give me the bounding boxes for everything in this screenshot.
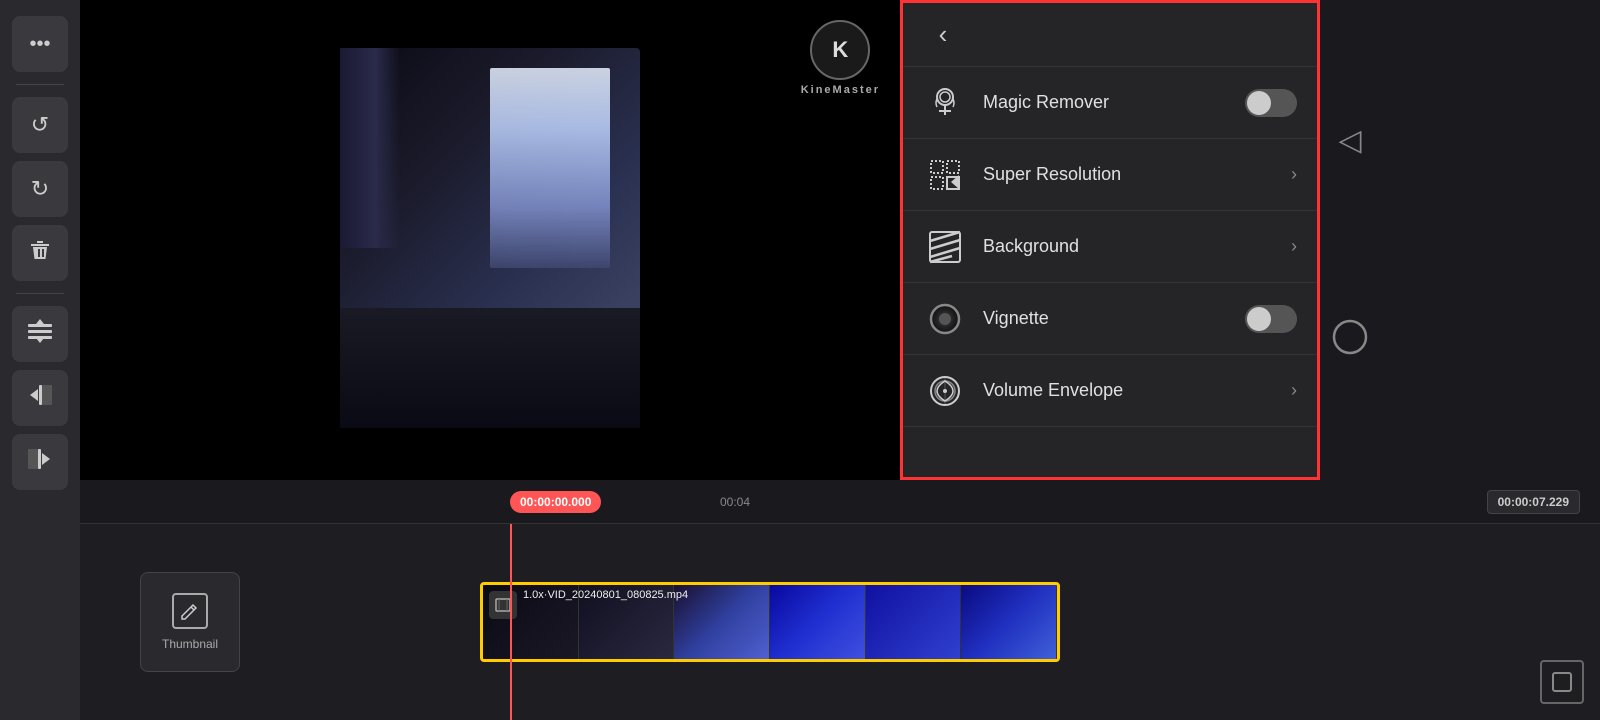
nav-back-button[interactable]: ◁ xyxy=(1326,116,1374,164)
right-panel: ‹ Magic Remover xyxy=(900,0,1320,480)
vignette-item[interactable]: Vignette xyxy=(903,283,1317,355)
redo-button[interactable]: ↻ xyxy=(12,161,68,217)
super-resolution-item[interactable]: Super Resolution › xyxy=(903,139,1317,211)
super-resolution-label: Super Resolution xyxy=(983,164,1275,185)
redo-icon: ↻ xyxy=(31,176,49,202)
trim-left-button[interactable] xyxy=(12,370,68,426)
magic-remover-item[interactable]: Magic Remover xyxy=(903,67,1317,139)
background-item[interactable]: Background › xyxy=(903,211,1317,283)
scene-room xyxy=(340,48,640,428)
frame-4 xyxy=(770,585,866,659)
timeline-track: Thumbnail 1.0x·VID_20240801_080825.mp4 xyxy=(80,524,1600,720)
back-button[interactable]: ‹ xyxy=(923,15,963,55)
trash-icon xyxy=(28,238,52,268)
nav-circle-button[interactable] xyxy=(1326,316,1374,364)
end-time-badge: 00:00:07.229 xyxy=(1487,490,1580,514)
left-sidebar: ••• ↺ ↻ xyxy=(0,0,80,720)
video-area: K KineMaster ‹ xyxy=(80,0,1600,480)
clip-video-icon xyxy=(489,591,517,619)
undo-button[interactable]: ↺ xyxy=(12,97,68,153)
main-content: K KineMaster ‹ xyxy=(80,0,1600,720)
current-time-marker: 00:00:00.000 xyxy=(510,480,601,524)
kinemaster-icon: K xyxy=(810,20,870,80)
volume-envelope-item[interactable]: Volume Envelope › xyxy=(903,355,1317,427)
room-floor xyxy=(340,308,640,428)
right-side-buttons: ◁ xyxy=(1320,0,1380,480)
curtain xyxy=(340,48,400,248)
video-scene xyxy=(80,0,900,480)
circle-icon xyxy=(1330,317,1370,364)
volume-envelope-label: Volume Envelope xyxy=(983,380,1275,401)
thumbnail-button[interactable]: Thumbnail xyxy=(140,572,240,672)
volume-envelope-arrow-icon: › xyxy=(1291,380,1297,401)
magic-remover-toggle[interactable] xyxy=(1245,89,1297,117)
undo-icon: ↺ xyxy=(31,112,49,138)
kinemaster-logo: K KineMaster xyxy=(801,20,880,96)
frame-3 xyxy=(674,585,770,659)
more-options-button[interactable]: ••• xyxy=(12,16,68,72)
magic-remover-icon xyxy=(923,81,967,125)
timeline-area: 00:00:00.000 00:04 00:00:07.229 Thumbnai… xyxy=(80,480,1600,720)
sidebar-divider-2 xyxy=(16,293,64,294)
end-time-marker: 00:00:07.229 xyxy=(1487,480,1580,524)
current-time-badge: 00:00:00.000 xyxy=(510,491,601,513)
more-icon: ••• xyxy=(29,33,50,56)
vignette-label: Vignette xyxy=(983,308,1229,329)
super-resolution-arrow-icon: › xyxy=(1291,164,1297,185)
trim-right-button[interactable] xyxy=(12,434,68,490)
background-icon xyxy=(923,225,967,269)
background-label: Background xyxy=(983,236,1275,257)
window-light xyxy=(490,68,610,268)
thumbnail-label: Thumbnail xyxy=(162,637,218,651)
frame-6 xyxy=(961,585,1057,659)
sidebar-divider-1 xyxy=(16,84,64,85)
square-button[interactable] xyxy=(1540,660,1584,704)
panel-header: ‹ xyxy=(903,3,1317,67)
back-chevron-icon: ‹ xyxy=(939,19,948,50)
video-clip[interactable]: 1.0x·VID_20240801_080825.mp4 xyxy=(480,582,1060,662)
nav-back-triangle-icon: ◁ xyxy=(1338,123,1361,158)
trim-right-icon xyxy=(26,445,54,479)
trim-left-icon xyxy=(26,381,54,415)
kinemaster-text: KineMaster xyxy=(801,84,880,96)
align-button[interactable] xyxy=(12,306,68,362)
video-preview: K KineMaster xyxy=(80,0,900,480)
vignette-toggle[interactable] xyxy=(1245,305,1297,333)
clip-filename: 1.0x·VID_20240801_080825.mp4 xyxy=(523,589,688,601)
edit-icon xyxy=(172,593,208,629)
volume-envelope-icon xyxy=(923,369,967,413)
delete-button[interactable] xyxy=(12,225,68,281)
super-resolution-icon xyxy=(923,153,967,197)
background-arrow-icon: › xyxy=(1291,236,1297,257)
playhead xyxy=(510,524,512,720)
align-icon xyxy=(26,317,54,351)
timeline-header: 00:00:00.000 00:04 00:00:07.229 xyxy=(80,480,1600,524)
vignette-icon xyxy=(923,297,967,341)
magic-remover-label: Magic Remover xyxy=(983,92,1229,113)
mid-time-label: 00:04 xyxy=(720,495,750,509)
frame-5 xyxy=(866,585,962,659)
